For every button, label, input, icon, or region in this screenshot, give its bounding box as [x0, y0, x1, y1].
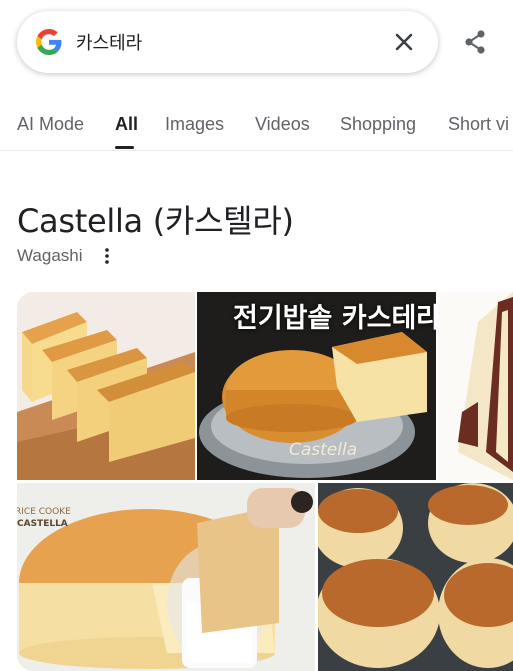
tab-short-videos[interactable]: Short vi [448, 114, 509, 135]
tab-shopping[interactable]: Shopping [340, 114, 416, 135]
channel-logo-icon [291, 491, 313, 513]
knowledge-panel-subtitle: Wagashi [17, 246, 83, 265]
castella-image-5[interactable] [318, 483, 513, 671]
search-bar[interactable] [17, 11, 438, 73]
image-4-caption-bottom: CASTELLA [17, 519, 68, 529]
search-tabs: AI Mode All Images Videos Shopping Short… [0, 100, 513, 151]
image-2-caption: 전기밥솥 카스테라 [233, 303, 436, 334]
tab-all[interactable]: All [115, 114, 138, 135]
castella-image-3[interactable] [438, 292, 513, 480]
more-vertical-icon[interactable] [98, 246, 116, 266]
tab-ai-mode[interactable]: AI Mode [17, 114, 84, 135]
tab-videos[interactable]: Videos [255, 114, 310, 135]
share-icon[interactable] [460, 27, 490, 57]
google-g-icon [36, 29, 62, 55]
castella-image-1[interactable] [17, 292, 195, 480]
knowledge-panel-title: Castella (카스텔라) [17, 202, 294, 240]
close-icon[interactable] [390, 28, 418, 56]
image-2-watermark: Castella [289, 440, 358, 460]
image-4-caption-top: RICE COOKE [17, 507, 71, 517]
castella-image-2[interactable]: 전기밥솥 카스테라 Castella [197, 292, 436, 480]
castella-image-4[interactable]: RICE COOKE CASTELLA [17, 483, 315, 671]
tab-images[interactable]: Images [165, 114, 224, 135]
search-input[interactable] [76, 27, 376, 57]
active-tab-indicator [115, 146, 134, 149]
